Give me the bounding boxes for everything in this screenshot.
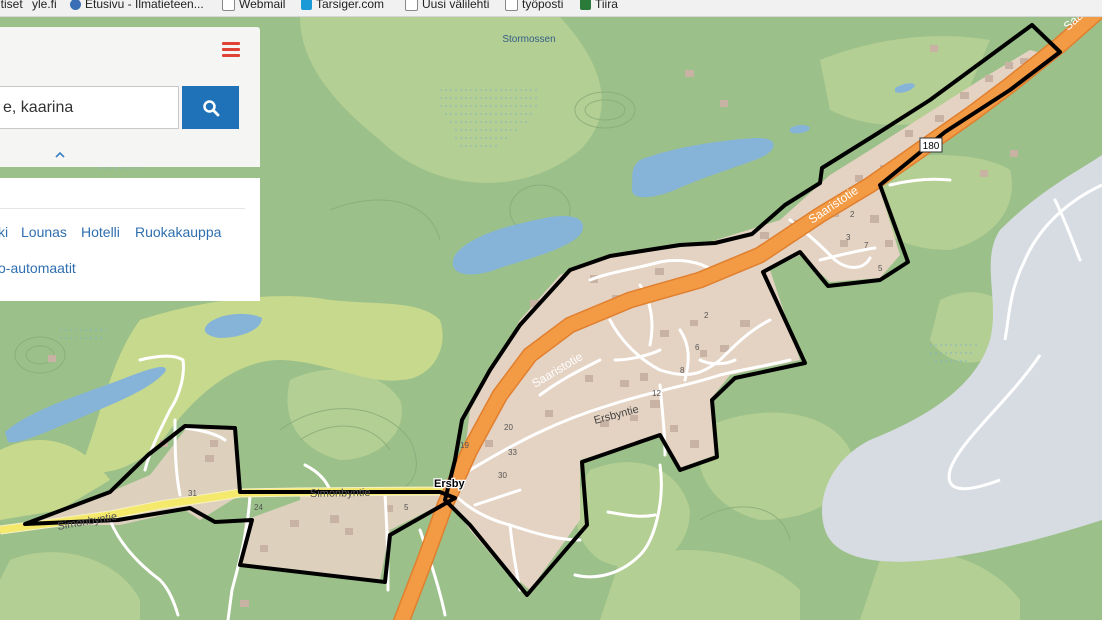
hamburger-menu-icon[interactable] xyxy=(220,40,242,58)
house-number: 12 xyxy=(652,389,661,398)
divider xyxy=(0,208,245,209)
house-number: 19 xyxy=(460,441,469,450)
bookmark-uusi-valilehti[interactable]: Uusi välilehti xyxy=(405,0,489,11)
bookmark-label: Uusi välilehti xyxy=(422,0,490,11)
bookmark-label: Etusivu - Ilmatieteen... xyxy=(85,0,204,11)
house-number: 20 xyxy=(504,423,513,432)
house-number: 8 xyxy=(680,366,685,375)
bookmark-label: yle.fi xyxy=(32,0,57,11)
house-number: 30 xyxy=(498,471,507,480)
page-icon xyxy=(505,0,518,11)
page-icon xyxy=(222,0,235,11)
bookmarks-bar: utiset yle.fi Etusivu - Ilmatieteen... W… xyxy=(0,0,1102,17)
bookmark-label: Webmail xyxy=(239,0,286,11)
house-number: 31 xyxy=(188,489,197,498)
bookmark-tyoposti[interactable]: työposti xyxy=(505,0,563,11)
page-icon xyxy=(405,0,418,11)
bookmark-label: utiset xyxy=(0,0,23,11)
search-input[interactable] xyxy=(0,86,179,129)
house-number: 2 xyxy=(704,311,709,320)
chevron-up-icon[interactable] xyxy=(52,148,68,160)
place-label-ersby: Ersby xyxy=(434,478,465,490)
bookmark-ilmatieteen[interactable]: Etusivu - Ilmatieteen... xyxy=(70,0,204,11)
bookmark-tarsiger[interactable]: Tarsiger.com xyxy=(301,0,384,11)
category-link-hotelli[interactable]: Hotelli xyxy=(81,224,120,240)
bookmark-utiset[interactable]: utiset xyxy=(0,0,23,11)
road-number-label: 180 xyxy=(923,141,940,152)
house-number: 33 xyxy=(508,448,517,457)
tarsiger-icon xyxy=(301,0,312,10)
category-link-lounas[interactable]: Lounas xyxy=(21,224,67,240)
bookmark-webmail[interactable]: Webmail xyxy=(222,0,285,11)
category-link[interactable]: ki xyxy=(0,224,8,240)
house-number: 2 xyxy=(850,210,855,219)
category-link-automaatit[interactable]: o-automaatit xyxy=(0,260,76,276)
tiira-icon xyxy=(580,0,591,10)
bookmark-label: työposti xyxy=(522,0,564,11)
globe-icon xyxy=(70,0,81,10)
category-link-ruokakauppa[interactable]: Ruokakauppa xyxy=(135,224,221,240)
house-number: 6 xyxy=(695,343,700,352)
house-number: 3 xyxy=(846,233,851,242)
search-button[interactable] xyxy=(182,86,239,129)
bookmark-label: Tarsiger.com xyxy=(316,0,385,11)
place-label-stormossen: Stormossen xyxy=(502,34,555,45)
bookmark-label: Tiira xyxy=(595,0,618,11)
house-number: 24 xyxy=(254,503,263,512)
house-number: 7 xyxy=(864,241,869,250)
bookmark-yle[interactable]: yle.fi xyxy=(32,0,57,11)
house-number: 5 xyxy=(878,264,883,273)
house-number: 5 xyxy=(404,503,409,512)
road-label-simonbyntie: Simonbyntie xyxy=(310,487,371,500)
search-icon xyxy=(202,99,219,116)
bookmark-tiira[interactable]: Tiira xyxy=(580,0,618,11)
